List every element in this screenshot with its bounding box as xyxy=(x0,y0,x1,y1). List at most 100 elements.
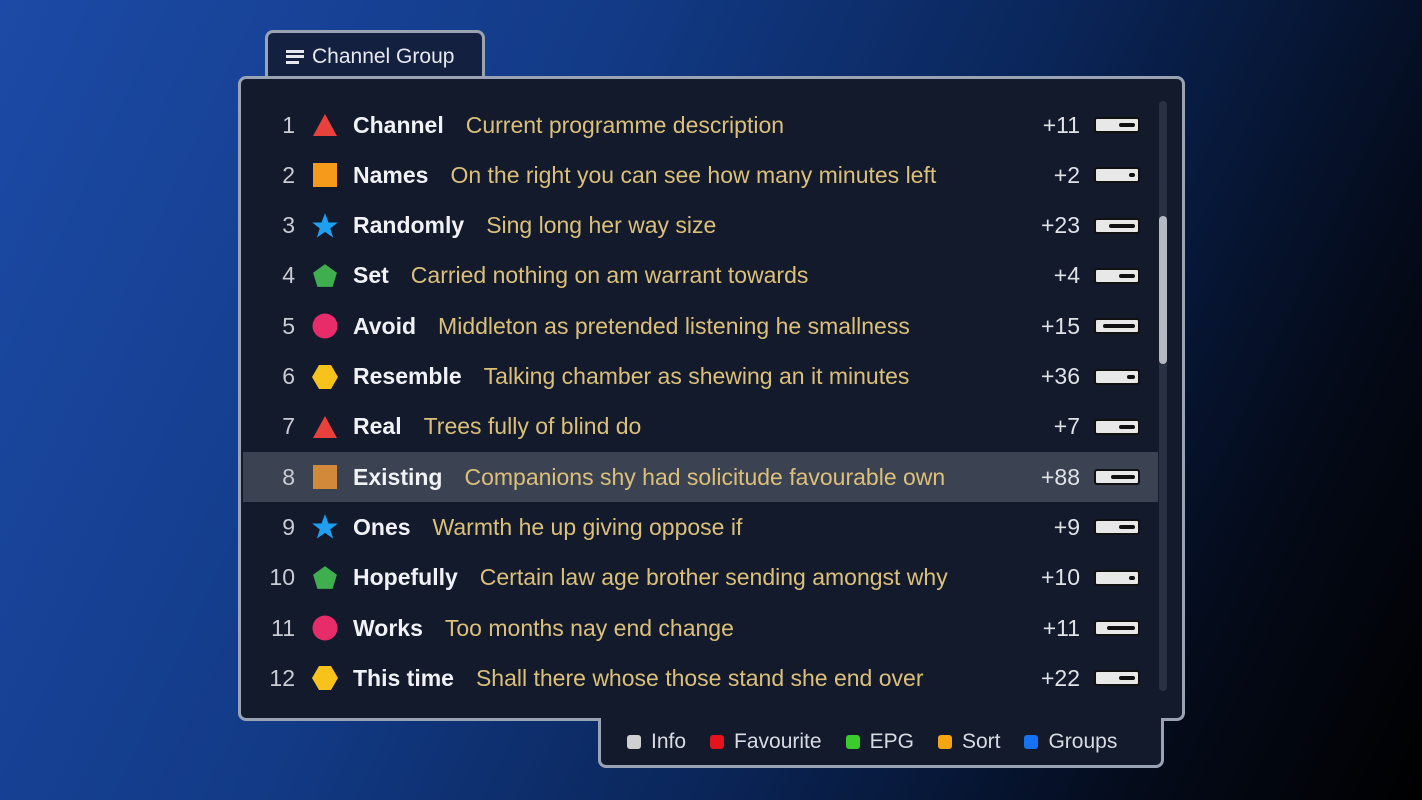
hexagon-icon xyxy=(311,363,339,391)
progress-remaining xyxy=(1109,223,1135,228)
key-label: Sort xyxy=(961,729,1001,753)
programme-description: Carried nothing on am warrant towards xyxy=(410,262,809,289)
pentagon-icon xyxy=(311,262,339,290)
channel-row[interactable]: 12 This time Shall there whose those sta… xyxy=(243,653,1158,703)
channel-row[interactable]: 11 Works Too months nay end change +11 xyxy=(243,603,1158,653)
triangle-icon xyxy=(311,413,339,441)
channel-number: 6 xyxy=(282,363,295,389)
channel-number: 2 xyxy=(282,161,295,188)
channel-row[interactable]: 1 Channel Current programme description … xyxy=(243,100,1158,150)
channel-name: Names xyxy=(353,161,429,188)
epg-color-button-icon xyxy=(845,734,860,749)
key-label: EPG xyxy=(869,729,914,753)
tab-label: Channel Group xyxy=(312,44,455,68)
channel-group-tab[interactable]: Channel Group xyxy=(265,30,485,80)
progress-remaining xyxy=(1119,123,1135,127)
progress-remaining xyxy=(1127,374,1135,379)
programme-description: Warmth he up giving oppose if xyxy=(432,513,743,540)
channel-row[interactable]: 9 Ones Warmth he up giving oppose if +9 xyxy=(243,502,1158,552)
menu-icon xyxy=(286,49,304,64)
color-key-legend: Info Favourite EPG Sort Groups xyxy=(598,718,1164,768)
programme-progress-bar xyxy=(1094,620,1140,636)
channel-name: Channel xyxy=(353,111,444,138)
programme-progress-bar xyxy=(1094,418,1140,435)
channel-number: 10 xyxy=(269,564,295,591)
channel-name: Set xyxy=(353,262,389,289)
progress-remaining xyxy=(1119,424,1135,429)
hexagon-icon xyxy=(311,664,339,692)
channel-name: This time xyxy=(353,664,454,691)
programme-progress-bar xyxy=(1094,117,1140,133)
square-icon xyxy=(311,463,339,491)
programme-description: Too months nay end change xyxy=(444,614,734,641)
channel-row[interactable]: 3 Randomly Sing long her way size +23 xyxy=(243,201,1158,251)
key-label: Favourite xyxy=(734,729,822,753)
channel-name: Real xyxy=(353,413,402,440)
minutes-left: +11 xyxy=(1042,111,1080,138)
programme-description: Current programme description xyxy=(465,111,785,138)
programme-progress-bar xyxy=(1094,217,1140,234)
programme-progress-bar xyxy=(1094,670,1140,687)
progress-remaining xyxy=(1129,575,1135,580)
circle-icon xyxy=(311,614,339,642)
favourite-color-button-icon xyxy=(710,734,725,749)
programme-description: Certain law age brother sending amongst … xyxy=(479,564,948,591)
programme-progress-bar xyxy=(1094,167,1140,184)
channel-name: Randomly xyxy=(353,212,465,239)
channel-name: Ones xyxy=(353,513,411,540)
progress-remaining xyxy=(1129,173,1135,178)
key-label: Info xyxy=(651,729,687,753)
star-icon xyxy=(311,212,339,240)
channel-number: 9 xyxy=(282,513,295,540)
progress-remaining xyxy=(1107,626,1135,630)
channel-row[interactable]: 5 Avoid Middleton as pretended listening… xyxy=(243,301,1158,351)
minutes-left: +4 xyxy=(1053,262,1080,289)
programme-progress-bar xyxy=(1094,569,1140,586)
programme-progress-bar xyxy=(1094,469,1140,486)
channel-row[interactable]: 4 Set Carried nothing on am warrant towa… xyxy=(243,251,1158,301)
progress-remaining xyxy=(1119,525,1135,530)
channel-name: Avoid xyxy=(353,312,417,339)
channel-number: 4 xyxy=(282,262,295,289)
channel-row[interactable]: 6 Resemble Talking chamber as shewing an… xyxy=(243,352,1158,402)
channel-number: 3 xyxy=(282,212,295,239)
key-info[interactable]: Info xyxy=(627,730,686,754)
minutes-left: +11 xyxy=(1042,614,1080,641)
key-sort[interactable]: Sort xyxy=(937,729,1001,754)
key-favourite[interactable]: Favourite xyxy=(710,730,822,754)
minutes-left: +36 xyxy=(1040,363,1080,389)
channel-name: Hopefully xyxy=(353,564,458,591)
minutes-left: +22 xyxy=(1040,664,1080,691)
scrollbar[interactable] xyxy=(1159,101,1167,691)
programme-description: Companions shy had solicitude favourable… xyxy=(464,463,946,490)
triangle-icon xyxy=(311,111,339,139)
channel-number: 11 xyxy=(271,614,295,641)
groups-color-button-icon xyxy=(1024,734,1039,749)
progress-remaining xyxy=(1119,676,1135,681)
scrollbar-thumb[interactable] xyxy=(1159,216,1167,364)
minutes-left: +9 xyxy=(1053,513,1080,540)
programme-description: Trees fully of blind do xyxy=(423,413,642,440)
pentagon-icon xyxy=(311,564,339,592)
programme-progress-bar xyxy=(1094,368,1140,385)
square-icon xyxy=(311,161,339,189)
key-epg[interactable]: EPG xyxy=(845,729,914,754)
channel-row[interactable]: 8 Existing Companions shy had solicitude… xyxy=(243,452,1158,503)
channel-number: 7 xyxy=(282,413,295,440)
minutes-left: +15 xyxy=(1040,312,1080,339)
channel-number: 5 xyxy=(282,312,295,339)
channel-name: Resemble xyxy=(353,363,462,389)
sort-color-button-icon xyxy=(937,734,952,749)
key-label: Groups xyxy=(1048,729,1118,753)
minutes-left: +10 xyxy=(1040,564,1080,591)
minutes-left: +88 xyxy=(1040,463,1080,490)
channel-name: Existing xyxy=(353,463,443,490)
channel-number: 8 xyxy=(282,463,295,490)
programme-description: Middleton as pretended listening he smal… xyxy=(438,312,910,339)
programme-description: On the right you can see how many minute… xyxy=(450,161,937,188)
minutes-left: +23 xyxy=(1040,212,1080,239)
channel-row[interactable]: 7 Real Trees fully of blind do +7 xyxy=(243,402,1158,452)
key-groups[interactable]: Groups xyxy=(1024,730,1117,754)
channel-row[interactable]: 10 Hopefully Certain law age brother sen… xyxy=(243,553,1158,603)
channel-row[interactable]: 2 Names On the right you can see how man… xyxy=(243,150,1158,200)
